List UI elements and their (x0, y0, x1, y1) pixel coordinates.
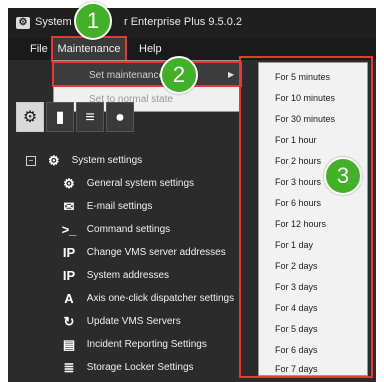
tree-item-label: Storage Locker Settings (86, 362, 194, 373)
menu-maintenance[interactable]: Maintenance (51, 36, 127, 62)
callout-1: 1 (74, 2, 112, 40)
tree-item[interactable]: IP System addresses (60, 265, 169, 287)
tree-item-label: Change VMS server addresses (86, 247, 226, 258)
tree-item-label: Incident Reporting Settings (86, 339, 207, 350)
people-icon[interactable]: ● (106, 102, 134, 132)
axis-icon: A (64, 291, 74, 306)
tree-item[interactable]: ↻ Update VMS Servers (60, 311, 181, 333)
list-icon[interactable]: ≡ (76, 102, 104, 132)
tree-item[interactable]: ✉ E-mail settings (60, 196, 153, 218)
tree-item[interactable]: ▤ Incident Reporting Settings (60, 334, 207, 356)
title-bar: ⚙ System r Enterprise Plus 9.5.0.2 (8, 8, 376, 38)
tree-item[interactable]: ≣ Storage Locker Settings (60, 357, 194, 379)
tree-item[interactable]: A Axis one-click dispatcher settings (60, 288, 234, 310)
mail-icon: ✉ (63, 199, 75, 214)
tree-item[interactable]: ⚙ General system settings (60, 173, 194, 195)
ip-icon: IP (62, 245, 76, 260)
terminal-icon: >_ (61, 222, 77, 237)
gear-icon: ⚙ (16, 17, 30, 29)
tree-root-label: System settings (71, 155, 143, 166)
gear-icon: ⚙ (63, 176, 75, 191)
tree-item-label: Axis one-click dispatcher settings (86, 293, 235, 304)
book-icon[interactable]: ▮ (46, 102, 74, 132)
menu-file[interactable]: File (30, 38, 48, 60)
highlight-outline (239, 56, 373, 378)
settings-tree: − ⚙ System settings ⚙ General system set… (8, 148, 248, 382)
window-title-suffix: r Enterprise Plus 9.5.0.2 (124, 16, 243, 28)
gear-icon: ⚙ (47, 153, 60, 168)
ip-icon: IP (62, 268, 76, 283)
set-maintenance-mode-item[interactable]: Set maintenance m ▶ (52, 61, 242, 87)
tree-item-label: System addresses (86, 270, 170, 281)
window-title-prefix: System (35, 16, 72, 28)
collapse-icon[interactable]: − (26, 156, 36, 166)
menu-help[interactable]: Help (139, 38, 162, 60)
refresh-icon: ↻ (63, 314, 75, 329)
tree-root[interactable]: − ⚙ System settings (26, 150, 142, 172)
gear-icon[interactable]: ⚙ (16, 102, 44, 132)
toolbar: ⚙ ▮ ≡ ● (16, 102, 236, 132)
tree-item[interactable]: >_ Command settings (60, 219, 171, 241)
storage-icon: ≣ (63, 360, 75, 375)
tree-item-label: E-mail settings (86, 201, 153, 212)
tree-item-label: Command settings (86, 224, 171, 235)
tree-item-label: Update VMS Servers (86, 316, 181, 327)
submenu-arrow-icon: ▶ (228, 70, 235, 79)
callout-3: 3 (324, 157, 362, 195)
tree-item[interactable]: IP Change VMS server addresses (60, 242, 226, 264)
tree-item-label: General system settings (86, 178, 195, 189)
report-icon: ▤ (62, 337, 76, 352)
callout-2: 2 (160, 56, 198, 94)
